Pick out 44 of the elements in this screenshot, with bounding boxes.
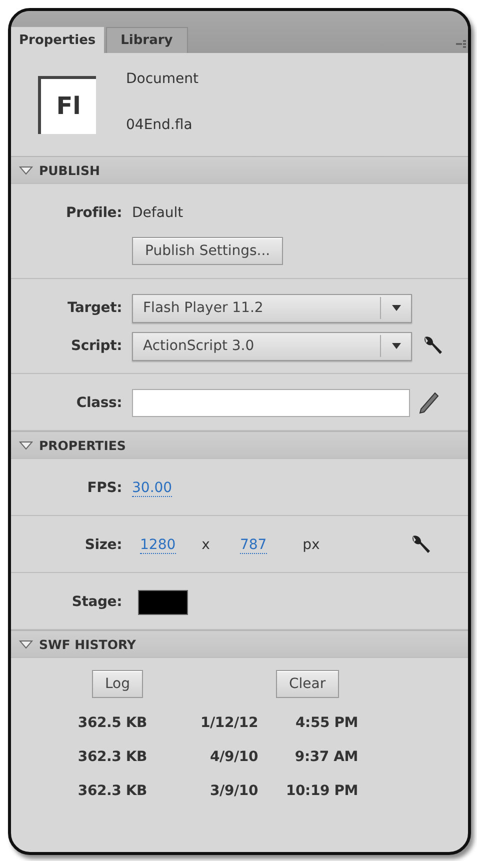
number-value[interactable]: 787 xyxy=(240,536,267,554)
field-label: Script: xyxy=(71,338,122,354)
disclosure-triangle-icon[interactable] xyxy=(19,639,33,649)
file-size: 362.5 KB xyxy=(76,715,147,731)
dropdown[interactable]: ActionScript 3.0 xyxy=(132,332,412,360)
settings-button[interactable]: Publish Settings... xyxy=(132,237,284,265)
color-swatch[interactable] xyxy=(138,590,188,614)
panel-menu-icon[interactable] xyxy=(456,40,466,48)
publish-date: 1/12/12 xyxy=(199,715,258,731)
file-name: 04End.fla xyxy=(126,116,194,132)
history-button[interactable]: Clear xyxy=(276,670,339,698)
field-label: Stage: xyxy=(72,594,122,610)
pencil-icon[interactable] xyxy=(418,391,440,415)
section-title[interactable]: SWF HISTORY xyxy=(39,636,136,652)
file-size: 362.3 KB xyxy=(76,749,147,765)
publish-time: 10:19 PM xyxy=(284,783,358,799)
section-title[interactable]: PROPERTIES xyxy=(39,438,126,452)
disclosure-triangle-icon[interactable] xyxy=(19,165,33,175)
publish-date: 3/9/10 xyxy=(209,783,258,799)
publish-date: 4/9/10 xyxy=(209,749,258,765)
disclosure-triangle-icon[interactable] xyxy=(19,440,33,450)
caret-icon[interactable] xyxy=(392,305,400,311)
field-label: Profile: xyxy=(66,205,122,221)
publish-time: 9:37 AM xyxy=(294,749,358,765)
caret-icon[interactable] xyxy=(392,343,400,349)
field-label: Size: xyxy=(84,537,122,553)
field-label: FPS: xyxy=(87,480,122,496)
tab[interactable]: Library xyxy=(106,27,188,53)
number-value[interactable]: 30.00 xyxy=(132,480,172,496)
field-label: Class: xyxy=(76,395,122,411)
field-value: Default xyxy=(132,205,184,221)
document-type: Document xyxy=(126,70,199,86)
section-title[interactable]: PUBLISH xyxy=(39,162,100,178)
field-label: Target: xyxy=(67,300,122,316)
tab[interactable]: Properties xyxy=(11,27,104,53)
times-sign: x xyxy=(202,537,210,553)
dropdown[interactable]: Flash Player 11.2 xyxy=(132,294,412,322)
unit-label: px xyxy=(302,537,320,553)
history-button[interactable]: Log xyxy=(92,670,144,698)
number-value[interactable]: 1280 xyxy=(140,536,176,554)
publish-time: 4:55 PM xyxy=(294,715,358,731)
text-input-field[interactable] xyxy=(132,389,410,417)
file-type-icon: Fl xyxy=(38,76,96,134)
file-size: 362.3 KB xyxy=(76,783,147,799)
